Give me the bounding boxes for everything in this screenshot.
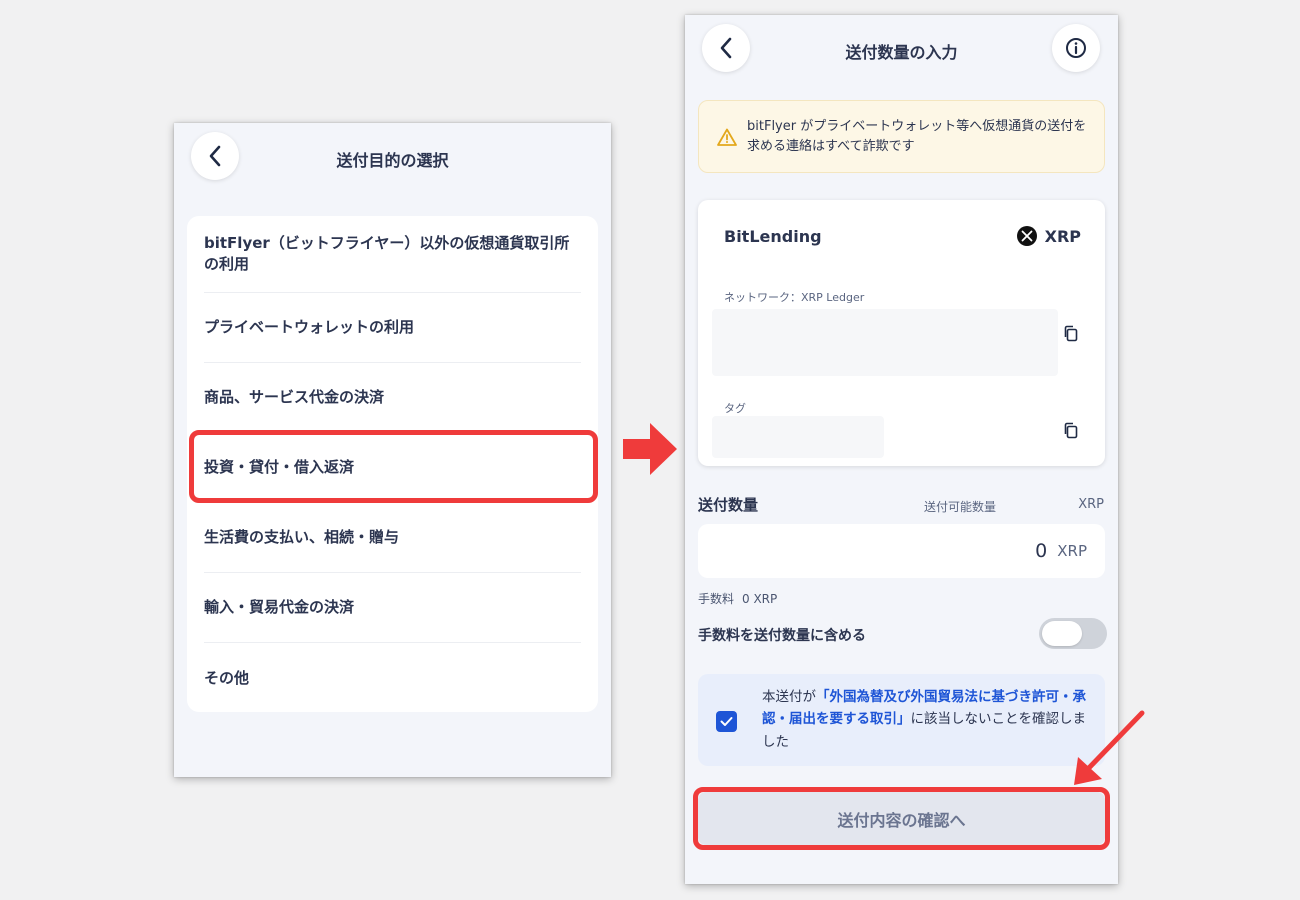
amount-input[interactable]: 0 XRP — [698, 524, 1105, 578]
tag-value-redacted — [712, 416, 884, 458]
tag-label: タグ — [724, 402, 746, 415]
available-amount-label: 送付可能数量 — [924, 500, 997, 514]
info-button[interactable] — [1052, 24, 1100, 72]
purpose-selection-screen: 送付目的の選択 bitFlyer（ビットフライヤー）以外の仮想通貨取引所の利用 … — [174, 123, 611, 777]
exchange-name: BitLending — [724, 227, 822, 246]
purpose-list: bitFlyer（ビットフライヤー）以外の仮想通貨取引所の利用 プライベートウォ… — [187, 216, 598, 712]
arrow-down-left-icon — [1074, 710, 1145, 785]
page-title: 送付目的の選択 — [336, 151, 449, 170]
amount-unit: XRP — [1057, 542, 1087, 560]
compliance-prefix: 本送付が — [762, 689, 816, 705]
currency-badge: XRP — [1016, 226, 1081, 246]
send-amount-screen: 送付数量の入力 bitFlyer がプライベートウォレット等へ仮想通貨の送付を求… — [685, 15, 1118, 884]
fraud-warning-banner: bitFlyer がプライベートウォレット等へ仮想通貨の送付を求める連絡はすべて… — [698, 100, 1105, 173]
purpose-item-living-inheritance[interactable]: 生活費の支払い、相続・贈与 — [204, 503, 581, 573]
purpose-item-private-wallet[interactable]: プライベートウォレットの利用 — [204, 293, 581, 363]
available-amount-unit: XRP — [1078, 497, 1104, 512]
info-icon — [1066, 38, 1086, 58]
checkmark-icon — [720, 717, 733, 726]
fee-label: 手数料 — [698, 592, 735, 606]
copy-icon[interactable] — [1063, 325, 1079, 343]
include-fee-toggle[interactable] — [1039, 618, 1107, 649]
toggle-knob — [1042, 621, 1082, 646]
purpose-item-trade[interactable]: 輸入・貿易代金の決済 — [204, 573, 581, 643]
compliance-checkbox[interactable] — [716, 711, 737, 732]
destination-address-card: BitLending XRP ネットワーク：XRP Ledger タグ — [698, 200, 1105, 466]
arrow-right-icon — [623, 423, 677, 475]
purpose-item-payment[interactable]: 商品、サービス代金の決済 — [204, 363, 581, 433]
fee-info: 手数料 0 XRP — [698, 590, 785, 607]
address-value-redacted — [712, 309, 1058, 376]
purpose-item-investment-loan[interactable]: 投資・貸付・借入返済 — [204, 433, 581, 503]
confirm-send-button[interactable]: 送付内容の確認へ — [698, 792, 1105, 845]
purpose-item-other-exchange[interactable]: bitFlyer（ビットフライヤー）以外の仮想通貨取引所の利用 — [204, 216, 581, 293]
currency-code: XRP — [1044, 226, 1081, 246]
include-fee-label: 手数料を送付数量に含める — [698, 628, 866, 644]
amount-value: 0 — [1035, 540, 1048, 562]
purpose-item-other[interactable]: その他 — [204, 643, 581, 713]
amount-label: 送付数量 — [698, 496, 759, 514]
compliance-confirmation: 本送付が「外国為替及び外国貿易法に基づき許可・承認・届出を要する取引」に該当しな… — [698, 674, 1105, 766]
network-label: ネットワーク：XRP Ledger — [724, 291, 865, 304]
copy-icon[interactable] — [1063, 422, 1079, 440]
warning-icon — [717, 128, 737, 146]
compliance-text: 本送付が「外国為替及び外国貿易法に基づき許可・承認・届出を要する取引」に該当しな… — [762, 686, 1087, 753]
xrp-logo-icon — [1016, 226, 1037, 246]
warning-text: bitFlyer がプライベートウォレット等へ仮想通貨の送付を求める連絡はすべて… — [747, 119, 1087, 154]
fee-value: 0 XRP — [742, 592, 778, 606]
